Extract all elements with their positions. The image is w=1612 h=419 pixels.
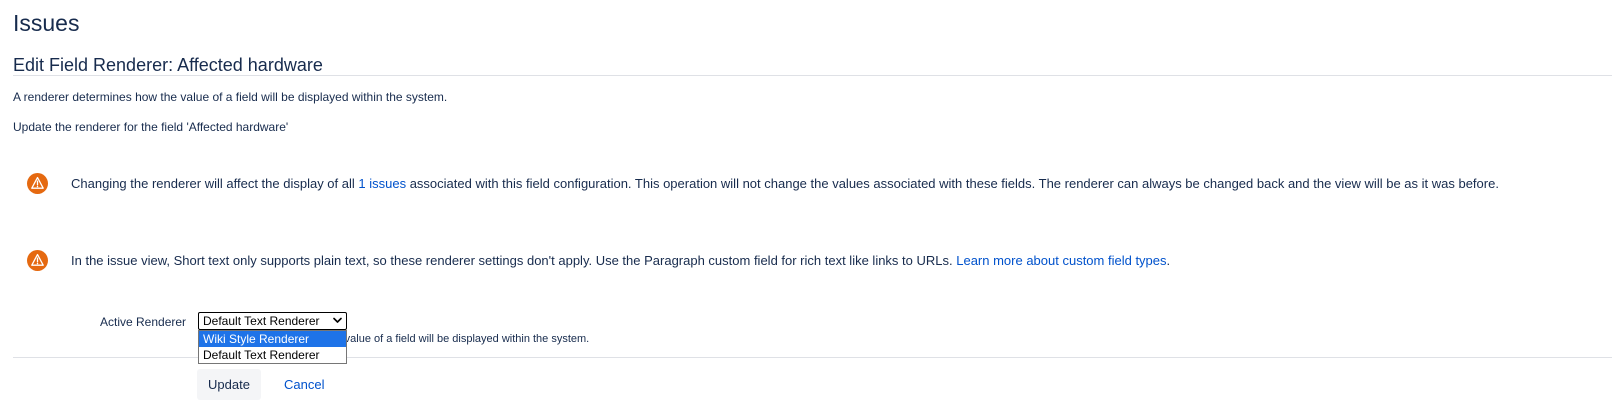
warning-text-before: In the issue view, Short text only suppo…: [71, 253, 957, 268]
option-default-text-renderer[interactable]: Default Text Renderer: [199, 347, 346, 363]
option-wiki-style-renderer[interactable]: Wiki Style Renderer: [199, 331, 346, 347]
title-divider: [13, 75, 1612, 76]
helper-text-visible: e value of a field will be displayed wit…: [335, 333, 590, 345]
active-renderer-selected-value: Default Text Renderer: [203, 314, 320, 328]
learn-more-custom-field-types-link[interactable]: Learn more about custom field types: [956, 253, 1166, 268]
warning-text: Changing the renderer will affect the di…: [71, 175, 1499, 193]
update-note: Update the renderer for the field 'Affec…: [13, 120, 289, 134]
warning-text: In the issue view, Short text only suppo…: [71, 252, 1170, 270]
active-renderer-select[interactable]: Default Text Renderer: [198, 312, 347, 330]
renderer-description: A renderer determines how the value of a…: [13, 90, 448, 104]
edit-field-renderer-page: Issues Edit Field Renderer: Affected har…: [0, 0, 1612, 419]
page-title: Issues: [13, 10, 80, 36]
issues-count-link[interactable]: 1 issues: [358, 176, 406, 191]
chevron-down-icon: [333, 317, 342, 323]
active-renderer-label: Active Renderer: [100, 315, 187, 329]
warning-message-renderer-change: Changing the renderer will affect the di…: [26, 173, 1606, 197]
warning-text-before: Changing the renderer will affect the di…: [71, 176, 359, 191]
update-button[interactable]: Update: [197, 369, 261, 400]
renderer-options-dropdown[interactable]: Wiki Style Renderer Default Text Rendere…: [198, 330, 347, 364]
cancel-link[interactable]: Cancel: [284, 377, 324, 393]
warning-icon: [27, 173, 48, 194]
warning-icon: [27, 250, 48, 271]
section-title: Edit Field Renderer: Affected hardware: [13, 55, 323, 75]
warning-text-after: associated with this field configuration…: [406, 176, 1499, 191]
warning-message-short-text: In the issue view, Short text only suppo…: [26, 250, 1606, 274]
warning-text-after: .: [1166, 253, 1171, 268]
